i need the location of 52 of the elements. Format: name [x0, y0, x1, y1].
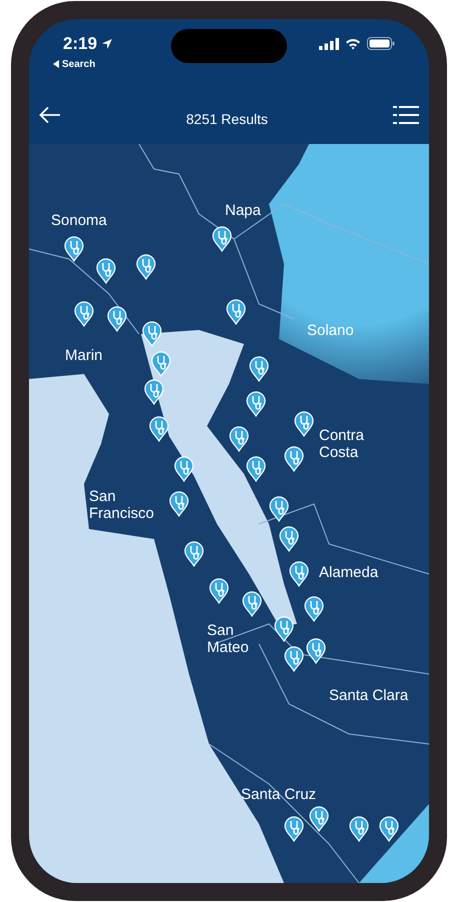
- status-time: 2:19: [63, 33, 98, 55]
- stethoscope-pin-icon[interactable]: [279, 526, 299, 552]
- stethoscope-pin-icon[interactable]: [142, 321, 162, 347]
- stethoscope-pin-icon[interactable]: [149, 416, 169, 442]
- stethoscope-pin-icon[interactable]: [294, 411, 314, 437]
- battery-icon: [367, 37, 395, 50]
- stethoscope-pin-icon[interactable]: [246, 391, 266, 417]
- stethoscope-pin-icon[interactable]: [242, 591, 262, 617]
- stethoscope-pin-icon[interactable]: [304, 596, 324, 622]
- stethoscope-pin-icon[interactable]: [174, 456, 194, 482]
- stethoscope-pin-icon[interactable]: [74, 301, 94, 327]
- stethoscope-pin-icon[interactable]: [246, 456, 266, 482]
- region-label: Santa Clara: [329, 687, 410, 704]
- stethoscope-pin-icon[interactable]: [379, 816, 399, 842]
- stethoscope-pin-icon[interactable]: [136, 254, 156, 280]
- region-label: Napa: [225, 202, 262, 219]
- stethoscope-pin-icon[interactable]: [309, 806, 329, 832]
- stethoscope-pin-icon[interactable]: [249, 356, 269, 382]
- region-label: Alameda: [319, 564, 380, 581]
- region-label: Solano: [307, 322, 355, 339]
- stethoscope-pin-icon[interactable]: [269, 496, 289, 522]
- stethoscope-pin-icon[interactable]: [184, 541, 204, 567]
- region-label: Santa Cruz: [241, 786, 318, 803]
- stethoscope-pin-icon[interactable]: [107, 306, 127, 332]
- location-arrow-icon: [101, 38, 114, 50]
- stethoscope-pin-icon[interactable]: [284, 446, 304, 472]
- region-label: San Francisco: [89, 488, 156, 522]
- stethoscope-pin-icon[interactable]: [349, 816, 369, 842]
- stethoscope-pin-icon[interactable]: [226, 299, 246, 325]
- region-label: Marin: [65, 347, 104, 364]
- stethoscope-pin-icon[interactable]: [96, 258, 116, 284]
- region-label: Contra Costa: [319, 427, 366, 461]
- wifi-icon: [345, 38, 361, 50]
- back-to-search-link[interactable]: Search: [62, 56, 96, 72]
- stethoscope-pin-icon[interactable]: [209, 578, 229, 604]
- stethoscope-pin-icon[interactable]: [144, 379, 164, 405]
- list-icon[interactable]: [393, 104, 419, 124]
- signal-icon: [319, 38, 339, 50]
- stethoscope-pin-icon[interactable]: [229, 426, 249, 452]
- results-title: 8251 Results: [186, 110, 268, 129]
- stethoscope-pin-icon[interactable]: [284, 646, 304, 672]
- stethoscope-pin-icon[interactable]: [306, 638, 326, 664]
- stethoscope-pin-icon[interactable]: [64, 236, 84, 262]
- stethoscope-pin-icon[interactable]: [284, 816, 304, 842]
- back-triangle-icon[interactable]: [53, 60, 59, 68]
- stethoscope-pin-icon[interactable]: [169, 491, 189, 517]
- back-arrow-icon[interactable]: [39, 106, 61, 124]
- stethoscope-pin-icon[interactable]: [289, 561, 309, 587]
- region-label: San Mateo: [207, 622, 250, 656]
- stethoscope-pin-icon[interactable]: [212, 226, 232, 252]
- region-label: Sonoma: [51, 212, 108, 229]
- stethoscope-pin-icon[interactable]: [274, 616, 294, 642]
